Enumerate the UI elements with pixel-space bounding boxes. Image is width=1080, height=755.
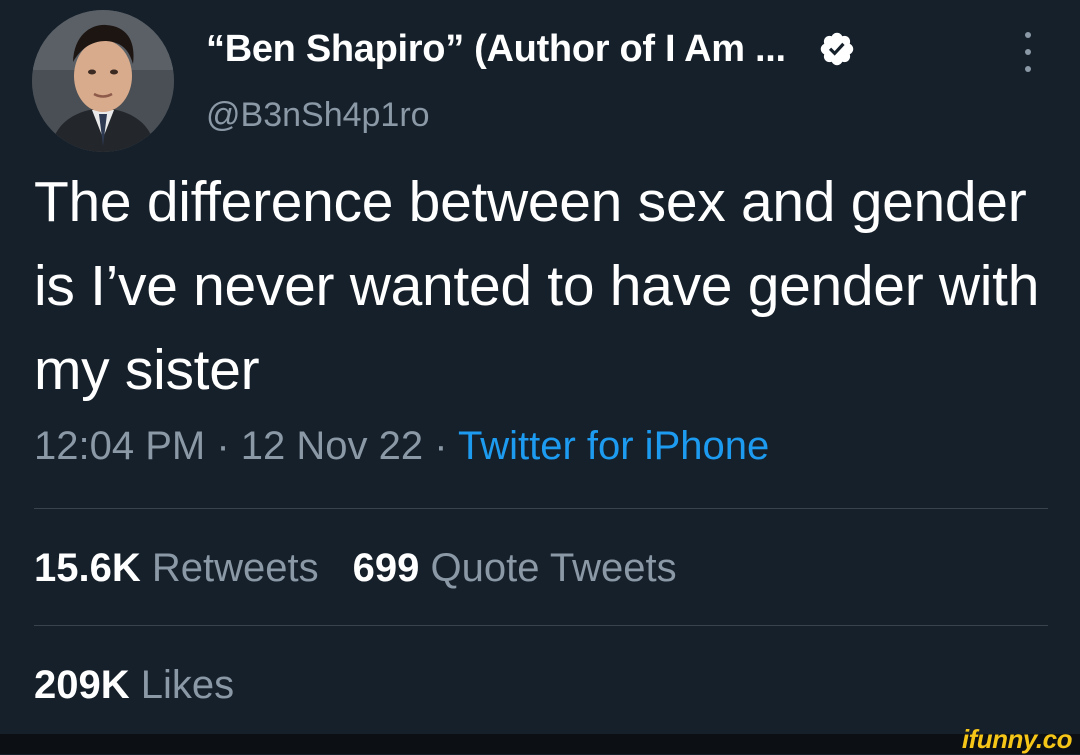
author-handle[interactable]: @B3nSh4p1ro: [206, 96, 430, 135]
divider: [34, 508, 1048, 509]
quote-tweets-stat[interactable]: 699 Quote Tweets: [353, 546, 677, 590]
retweets-count: 15.6K: [34, 546, 141, 590]
retweets-stat[interactable]: 15.6K Retweets: [34, 546, 319, 590]
retweets-label: Retweets: [151, 546, 319, 590]
meta-separator: ·: [434, 424, 448, 468]
tweet-time[interactable]: 12:04 PM: [34, 424, 205, 468]
likes-stat[interactable]: 209K Likes: [34, 663, 234, 707]
quote-tweets-label: Quote Tweets: [430, 546, 677, 590]
tweet-text: The difference between sex and gender is…: [34, 170, 1040, 402]
more-options-icon[interactable]: [1018, 32, 1038, 72]
watermark-logo: ifunny.co: [961, 724, 1073, 754]
verified-badge-icon: [820, 32, 854, 66]
tweet-source-link[interactable]: Twitter for iPhone: [458, 424, 769, 468]
likes-label: Likes: [140, 663, 235, 707]
footer-bar: [0, 734, 1080, 754]
quote-tweets-count: 699: [352, 546, 420, 590]
divider: [34, 625, 1048, 626]
tweet-date[interactable]: 12 Nov 22: [241, 424, 423, 468]
meta-separator: ·: [216, 424, 230, 468]
likes-row: 209K Likes: [34, 663, 234, 708]
likes-count: 209K: [34, 663, 130, 707]
author-display-name[interactable]: “Ben Shapiro” (Author of I Am ...: [206, 28, 786, 71]
author-name-row: “Ben Shapiro” (Author of I Am ...: [206, 24, 856, 74]
avatar[interactable]: [32, 10, 174, 152]
tweet-meta: 12:04 PM · 12 Nov 22 · Twitter for iPhon…: [34, 424, 769, 469]
avatar-photo: [32, 10, 174, 152]
engagement-row: 15.6K Retweets 699 Quote Tweets: [34, 546, 677, 591]
